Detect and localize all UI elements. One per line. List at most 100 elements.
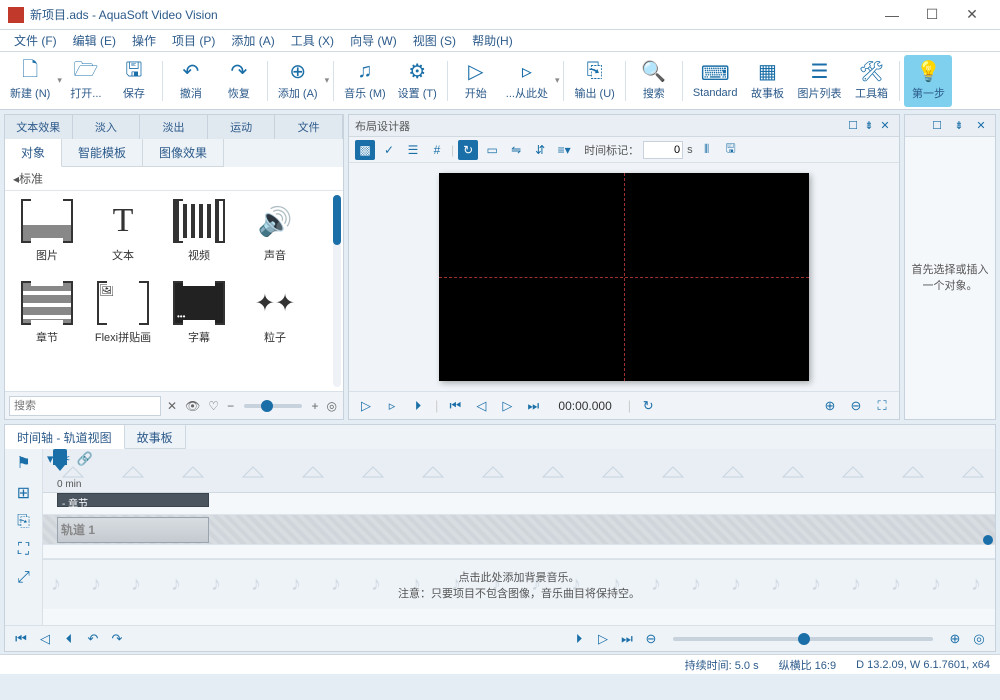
align-tool[interactable]: ≡▾ [554,140,574,160]
next-frame-icon[interactable]: ⏵ [571,631,587,647]
next-icon[interactable]: ▷ [498,398,516,414]
obj-particle[interactable]: ✦✦粒子 [237,281,313,363]
loop-icon[interactable]: ↻ [639,398,657,414]
fit-icon[interactable]: ⛶ [873,398,891,414]
close-button[interactable]: ✕ [952,1,992,29]
maximize-button[interactable]: ☐ [912,1,952,29]
undo-button[interactable]: ↶撤消 [167,55,215,107]
prev-frame-icon[interactable]: ⏴ [61,631,77,647]
prev-icon[interactable]: ◁ [472,398,490,414]
category-bar[interactable]: ◂ 标准 [5,167,343,191]
tab-trackview[interactable]: 时间轴 - 轨道视图 [5,425,125,449]
fit-icon[interactable]: ⛶ [18,541,29,559]
zoom-out-icon[interactable]: ⊖ [847,398,865,414]
first-icon[interactable]: ⏮ [13,631,29,647]
tab-imageeffects[interactable]: 图像效果 [143,139,224,167]
eye-icon[interactable]: 👁 [183,399,202,413]
firststep-button[interactable]: 💡第一步 [904,55,952,107]
playhead[interactable] [53,449,67,465]
output-button[interactable]: ⎘输出 (U) [568,55,620,107]
tab-motion[interactable]: 运动 [208,115,276,139]
menu-tools[interactable]: 工具 (X) [283,32,342,49]
next-icon[interactable]: ▷ [595,631,611,647]
menu-file[interactable]: 文件 (F) [6,32,65,49]
tab-fadeout[interactable]: 淡出 [140,115,208,139]
add-track-icon[interactable]: ⊞ [17,483,30,503]
clear-icon[interactable]: ✕ [165,399,179,413]
prev-icon[interactable]: ◁ [37,631,53,647]
close-icon[interactable]: ✕ [877,119,893,132]
plus-icon[interactable]: + [310,399,321,413]
fromhere-button[interactable]: ▹...从此处 [500,55,554,107]
save-button[interactable]: 🖫保存 [110,55,158,107]
minimize-button[interactable]: — [872,1,912,29]
obj-video[interactable]: 视频 [161,199,237,281]
expand-icon[interactable]: ⤢ [17,569,30,587]
track-1[interactable]: 轨道 1 [43,515,995,545]
restore-icon[interactable]: ☐ [929,119,945,132]
search-input[interactable] [9,396,161,416]
pin-icon[interactable]: ⇟ [861,119,877,132]
dropdown-icon[interactable]: ▾ [325,75,330,86]
chapter-clip[interactable]: - 章节 [57,493,209,507]
link-icon[interactable]: 🔗 [76,451,92,467]
redo-icon[interactable]: ↷ [109,631,125,647]
timeline-vscroll[interactable] [983,495,993,595]
zoom-slider[interactable] [244,404,301,408]
obj-subtitle[interactable]: •••字幕 [161,281,237,363]
dropdown-icon[interactable]: ▾ [555,75,560,86]
menu-action[interactable]: 操作 [124,32,164,49]
standard-button[interactable]: ⌨Standard [687,55,744,107]
chapter-track[interactable]: - 章节 [43,493,995,515]
play-icon[interactable]: ▷ [357,398,375,414]
obj-image[interactable]: 图片 [9,199,85,281]
favorite-icon[interactable]: ♡ [206,399,221,413]
zoom-in-icon[interactable]: ⊕ [947,631,963,647]
marker-icon[interactable]: ⚑ [16,453,30,473]
preview-canvas[interactable] [439,173,809,381]
rotate-tool[interactable]: ↻ [458,140,478,160]
menu-add[interactable]: 添加 (A) [223,32,282,49]
settings-button[interactable]: ⚙设置 (T) [392,55,443,107]
menu-edit[interactable]: 编辑 (E) [65,32,124,49]
menu-view[interactable]: 视图 (S) [405,32,464,49]
flip-v-tool[interactable]: ⇵ [530,140,550,160]
zoom-in-icon[interactable]: ⊕ [821,398,839,414]
layers-tool[interactable]: ☰ [403,140,423,160]
menu-project[interactable]: 项目 (P) [164,32,223,49]
flip-h-tool[interactable]: ⇋ [506,140,526,160]
redo-button[interactable]: ↷恢复 [215,55,263,107]
frame-tool[interactable]: ▭ [482,140,502,160]
restore-icon[interactable]: ☐ [845,119,861,132]
obj-chapter[interactable]: 章节 [9,281,85,363]
save-view-icon[interactable]: 🖫 [721,140,741,160]
music-button[interactable]: ♫音乐 (M) [338,55,392,107]
tab-fadein[interactable]: 淡入 [73,115,141,139]
imagelist-button[interactable]: ☰图片列表 [791,55,847,107]
timeline-ruler[interactable]: ▾ ✂ 🔗 0 min [43,449,995,493]
timemark-input[interactable] [643,141,683,159]
timeline-tracks[interactable]: ▾ ✂ 🔗 0 min - 章节 轨道 1 点击此处添加背景音乐。 注意：只要项… [43,449,995,625]
tab-texteffect[interactable]: 文本效果 [5,115,73,139]
new-button[interactable]: 🗋新建 (N) [4,55,56,107]
storyboard-button[interactable]: ▦故事板 [743,55,791,107]
open-button[interactable]: 🗁打开... [62,55,110,107]
obj-flexi[interactable]: 🖼Flexi拼贴画 [85,281,161,363]
tab-storyboard[interactable]: 故事板 [125,425,186,449]
toolbox-button[interactable]: 🛠工具箱 [847,55,895,107]
fit-icon[interactable]: ◎ [971,631,987,647]
link-icon[interactable]: ⎘ [17,513,30,531]
obj-text[interactable]: T文本 [85,199,161,281]
grid-tool[interactable]: # [427,140,447,160]
start-button[interactable]: ▷开始 [452,55,500,107]
music-track[interactable]: 点击此处添加背景音乐。 注意：只要项目不包含图像，音乐曲目将保持空。 [43,559,995,609]
target-icon[interactable]: ◎ [325,399,339,413]
zoom-slider[interactable] [673,637,933,641]
minus-icon[interactable]: − [225,399,236,413]
tab-templates[interactable]: 智能模板 [62,139,143,167]
add-button[interactable]: ⊕添加 (A) [272,55,324,107]
menu-wizard[interactable]: 向导 (W) [342,32,405,49]
zoom-out-icon[interactable]: ⊖ [643,631,659,647]
menu-help[interactable]: 帮助(H) [464,32,521,49]
play-range-icon[interactable]: ⏵ [409,398,427,414]
